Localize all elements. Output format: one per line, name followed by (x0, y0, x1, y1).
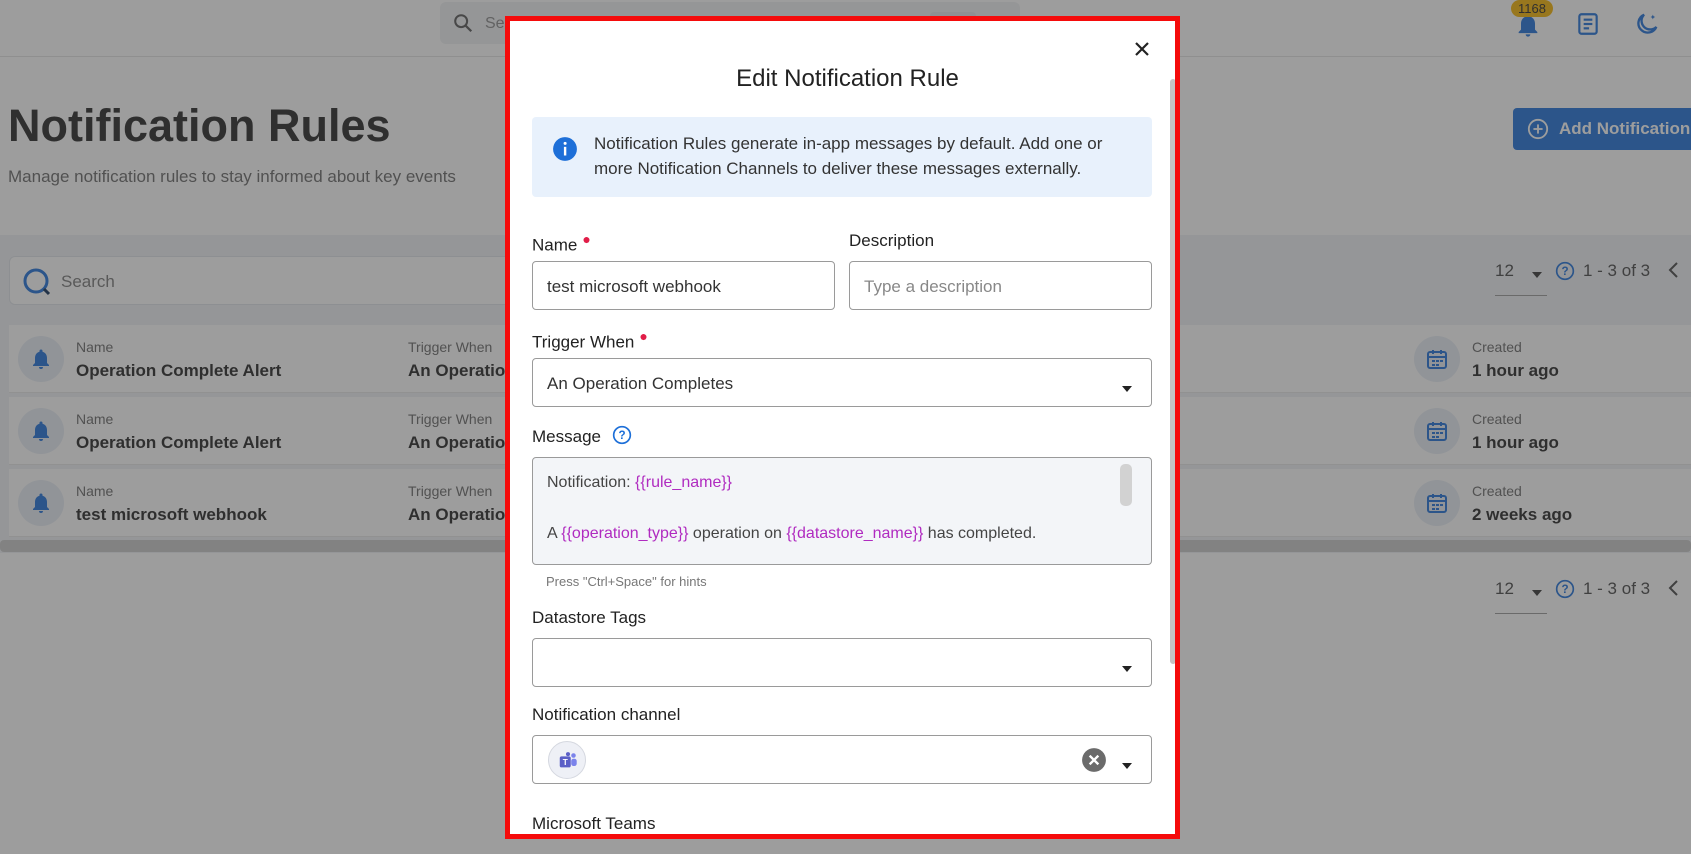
chevron-down-icon[interactable] (1121, 755, 1133, 775)
name-label-text: Name (532, 235, 578, 255)
description-label: Description (849, 231, 935, 250)
name-input[interactable]: test microsoft webhook (532, 261, 835, 310)
template-variable: {{rule_name}} (635, 474, 733, 491)
editor-scrollbar[interactable] (1120, 464, 1132, 506)
info-text: Notification Rules generate in-app messa… (594, 134, 1103, 178)
message-text: has completed. (923, 525, 1037, 542)
datastore-tags-label: Datastore Tags (532, 608, 647, 627)
message-field-label: Message ? (532, 425, 632, 450)
clear-icon[interactable] (1081, 747, 1107, 778)
trigger-label-text: Trigger When (532, 332, 635, 352)
notification-channel-label: Notification channel (532, 705, 681, 724)
info-icon (552, 136, 578, 167)
message-line-1: Notification: {{rule_name}} (547, 474, 732, 492)
message-label-text: Message (532, 427, 601, 446)
message-line-2: A {{operation_type}} operation on {{data… (547, 525, 1036, 543)
edit-notification-rule-dialog: Edit Notification Rule Notification Rule… (505, 16, 1180, 839)
notification-channel-select[interactable]: T (532, 735, 1152, 784)
chevron-down-icon (1121, 378, 1133, 398)
svg-text:?: ? (618, 429, 625, 442)
message-editor[interactable]: Notification: {{rule_name}} A {{operatio… (532, 457, 1152, 565)
message-text: Notification: (547, 474, 636, 491)
chevron-down-icon (1121, 658, 1133, 678)
trigger-select-value: An Operation Completes (547, 374, 734, 393)
message-text: A (547, 525, 562, 542)
datastore-tags-select[interactable] (532, 638, 1152, 687)
editor-hint: Press "Ctrl+Space" for hints (546, 574, 707, 589)
required-dot: ● (639, 328, 648, 344)
trigger-field-label: Trigger When ● (532, 328, 648, 353)
info-alert: Notification Rules generate in-app messa… (532, 117, 1152, 197)
template-variable: {{operation_type}} (561, 525, 689, 542)
dialog-scrollbar[interactable] (1170, 79, 1175, 664)
trigger-select[interactable]: An Operation Completes (532, 358, 1152, 407)
template-variable: {{datastore_name}} (786, 525, 924, 542)
help-icon[interactable]: ? (612, 425, 632, 450)
message-text: operation on (688, 525, 787, 542)
name-field-label: Name ● (532, 231, 591, 256)
description-input[interactable]: Type a description (849, 261, 1152, 310)
dialog-title: Edit Notification Rule (736, 65, 959, 92)
microsoft-teams-chip[interactable]: T (548, 741, 586, 779)
svg-text:T: T (563, 758, 568, 767)
required-dot: ● (582, 231, 591, 247)
close-icon[interactable] (1130, 37, 1154, 61)
microsoft-teams-section-title: Microsoft Teams (532, 814, 656, 833)
